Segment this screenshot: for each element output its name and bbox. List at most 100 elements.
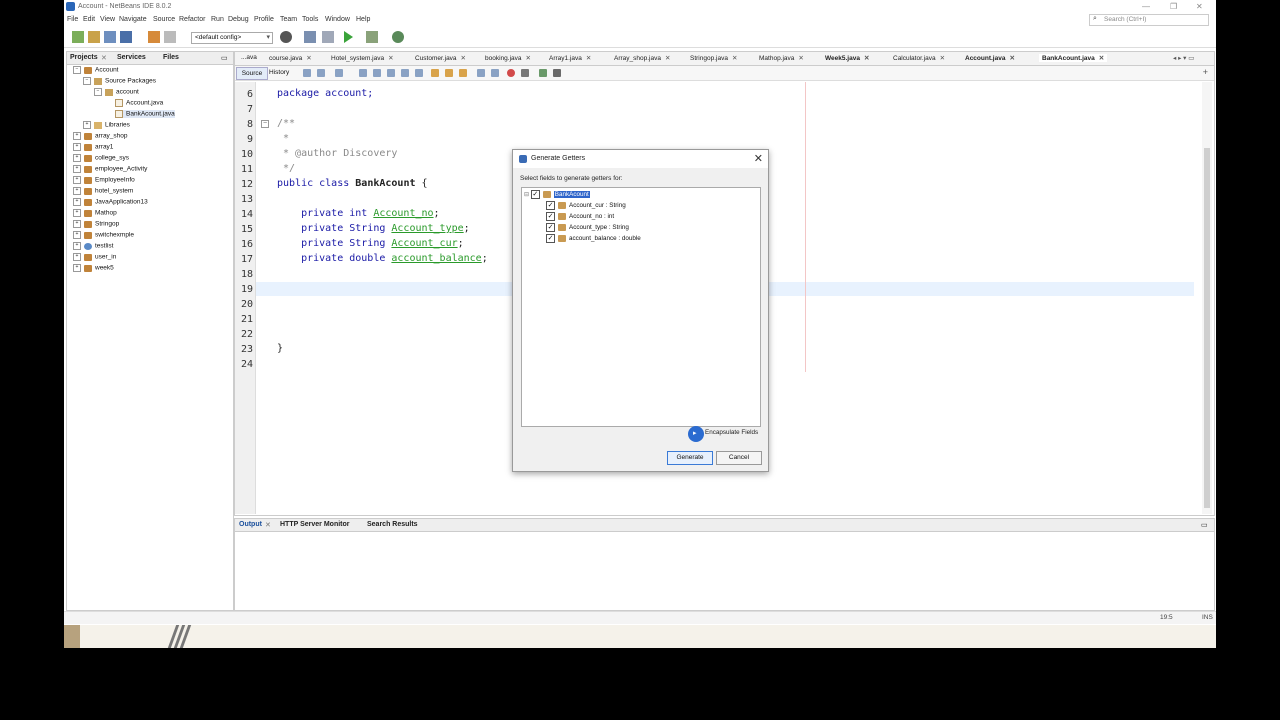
prev-bookmark-icon[interactable] [445, 69, 453, 77]
menu-window[interactable]: Window [325, 16, 350, 23]
menu-view[interactable]: View [100, 16, 115, 23]
find-icon[interactable] [359, 69, 367, 77]
tree-item-project[interactable]: + Stringop [73, 220, 119, 228]
minimize-panel-icon[interactable]: ▭ [221, 54, 228, 62]
close-icon[interactable]: ✕ [754, 152, 763, 165]
config-select[interactable]: <default config> ▾ [191, 32, 273, 44]
stop-macro-icon[interactable] [521, 69, 529, 77]
tab-output[interactable]: Output [239, 521, 262, 528]
tree-item-project[interactable]: + user_in [73, 253, 116, 261]
menu-source[interactable]: Source [153, 16, 175, 23]
tree-item-libraries[interactable]: + Libraries [83, 121, 130, 129]
code-line-11[interactable]: */ [277, 163, 295, 174]
collapse-icon[interactable]: − [83, 77, 91, 85]
file-tab[interactable]: Mathop.java ✕ [759, 54, 804, 62]
file-tab[interactable]: Array1.java ✕ [549, 54, 591, 62]
tree-item-project[interactable]: + Mathop [73, 209, 117, 217]
tree-item-project[interactable]: + array_shop [73, 132, 128, 140]
tree-item-project[interactable]: + hotel_system [73, 187, 133, 195]
restore-icon[interactable]: ❐ [1170, 2, 1177, 11]
code-line-15[interactable]: private String Account_type; [277, 223, 470, 234]
open-project-icon[interactable] [104, 31, 116, 43]
file-tab[interactable]: booking.java ✕ [485, 54, 531, 62]
editor-tool-icon[interactable] [317, 69, 325, 77]
scroll-tabs-icon[interactable]: ◂ ▸ ▾ ▭ [1173, 54, 1194, 62]
close-icon[interactable]: ✕ [1196, 2, 1203, 11]
search-input[interactable]: ⌕ Search (Ctrl+I) [1089, 14, 1209, 26]
file-tab-active[interactable]: BankAcount.java ✕ [1039, 54, 1108, 62]
next-bookmark-icon[interactable] [459, 69, 467, 77]
root-checkbox[interactable]: ✓ [530, 190, 540, 199]
code-line-14[interactable]: private int Account_no; [277, 208, 440, 219]
encapsulate-checkbox[interactable]: ▸ [688, 426, 704, 442]
cancel-button[interactable]: Cancel [716, 451, 762, 465]
expand-icon[interactable]: + [73, 132, 81, 140]
find-next-icon[interactable] [387, 69, 395, 77]
scrollbar-thumb[interactable] [1204, 148, 1210, 508]
expand-icon[interactable]: + [73, 176, 81, 184]
code-line-17[interactable]: private double account_balance; [277, 253, 488, 264]
code-line-9[interactable]: * [277, 133, 289, 144]
profile-icon[interactable] [392, 31, 404, 43]
code-line-10[interactable]: * @author Discovery [277, 148, 397, 159]
plus-icon[interactable]: + [1203, 67, 1208, 77]
code-line-16[interactable]: private String Account_cur; [277, 238, 464, 249]
bookmark-icon[interactable] [431, 69, 439, 77]
field-checkbox[interactable]: ✓ [546, 223, 555, 232]
tab-projects[interactable]: Projects [70, 54, 98, 61]
file-tab[interactable]: Stringop.java ✕ [690, 54, 737, 62]
tree-root-row[interactable]: ⊟ ✓ BankAcount [524, 190, 590, 199]
tree-item-project[interactable]: + college_sys [73, 154, 129, 162]
tab-http-server-monitor[interactable]: HTTP Server Monitor [280, 521, 350, 528]
new-project-icon[interactable] [88, 31, 100, 43]
editor-tool-icon[interactable] [303, 69, 311, 77]
expand-icon[interactable]: + [73, 253, 81, 261]
tree-item-project[interactable]: + employee_Activity [73, 165, 147, 173]
shift-left-icon[interactable] [477, 69, 485, 77]
code-line-6[interactable]: package account; [277, 88, 373, 99]
menu-team[interactable]: Team [280, 16, 297, 23]
run-icon[interactable] [344, 31, 353, 43]
file-tab[interactable]: Hotel_system.java ✕ [331, 54, 394, 62]
start-macro-icon[interactable] [507, 69, 515, 77]
field-row[interactable]: ✓ Account_cur : String [546, 201, 626, 210]
redo-icon[interactable] [164, 31, 176, 43]
minimize-icon[interactable]: — [1142, 2, 1150, 11]
menu-profile[interactable]: Profile [254, 16, 274, 23]
file-tab[interactable]: Account.java ✕ [965, 54, 1015, 62]
fold-icon[interactable]: − [261, 120, 269, 128]
menu-edit[interactable]: Edit [83, 16, 95, 23]
find-previous-icon[interactable] [373, 69, 381, 77]
code-line-8[interactable]: /** [277, 118, 295, 129]
menu-tools[interactable]: Tools [302, 16, 318, 23]
close-tab-icon[interactable]: ✕ [265, 521, 271, 529]
expand-icon[interactable]: + [73, 264, 81, 272]
field-row[interactable]: ✓ Account_no : int [546, 212, 614, 221]
file-tab[interactable]: Customer.java ✕ [415, 54, 466, 62]
collapse-icon[interactable]: ⊟ [524, 192, 529, 198]
minimize-panel-icon[interactable]: ▭ [1201, 521, 1208, 529]
tree-item-account-package[interactable]: − account [94, 88, 139, 96]
tree-item-bankacount-java[interactable]: BankAcount.java [115, 110, 175, 118]
code-line-23[interactable]: } [277, 343, 283, 354]
editor-tool-icon[interactable] [335, 69, 343, 77]
tree-item-account-java[interactable]: Account.java [115, 99, 163, 107]
field-checkbox[interactable]: ✓ [546, 234, 555, 243]
build-icon[interactable] [304, 31, 316, 43]
shift-right-icon[interactable] [491, 69, 499, 77]
tree-item-project[interactable]: + week5 [73, 264, 114, 272]
expand-icon[interactable]: + [73, 187, 81, 195]
tree-item-source-packages[interactable]: − Source Packages [83, 77, 156, 85]
comment-icon[interactable] [539, 69, 547, 77]
tab-services[interactable]: Services [117, 54, 146, 61]
toggle-highlight-icon[interactable] [401, 69, 409, 77]
expand-icon[interactable]: + [73, 209, 81, 217]
expand-icon[interactable]: + [73, 242, 81, 250]
field-checkbox[interactable]: ✓ [546, 201, 555, 210]
menu-file[interactable]: File [67, 16, 78, 23]
tab-files[interactable]: Files [163, 54, 179, 61]
file-tab[interactable]: course.java ✕ [269, 54, 312, 62]
new-file-icon[interactable] [72, 31, 84, 43]
expand-icon[interactable]: + [83, 121, 91, 129]
tree-item-project[interactable]: + switchexmple [73, 231, 134, 239]
